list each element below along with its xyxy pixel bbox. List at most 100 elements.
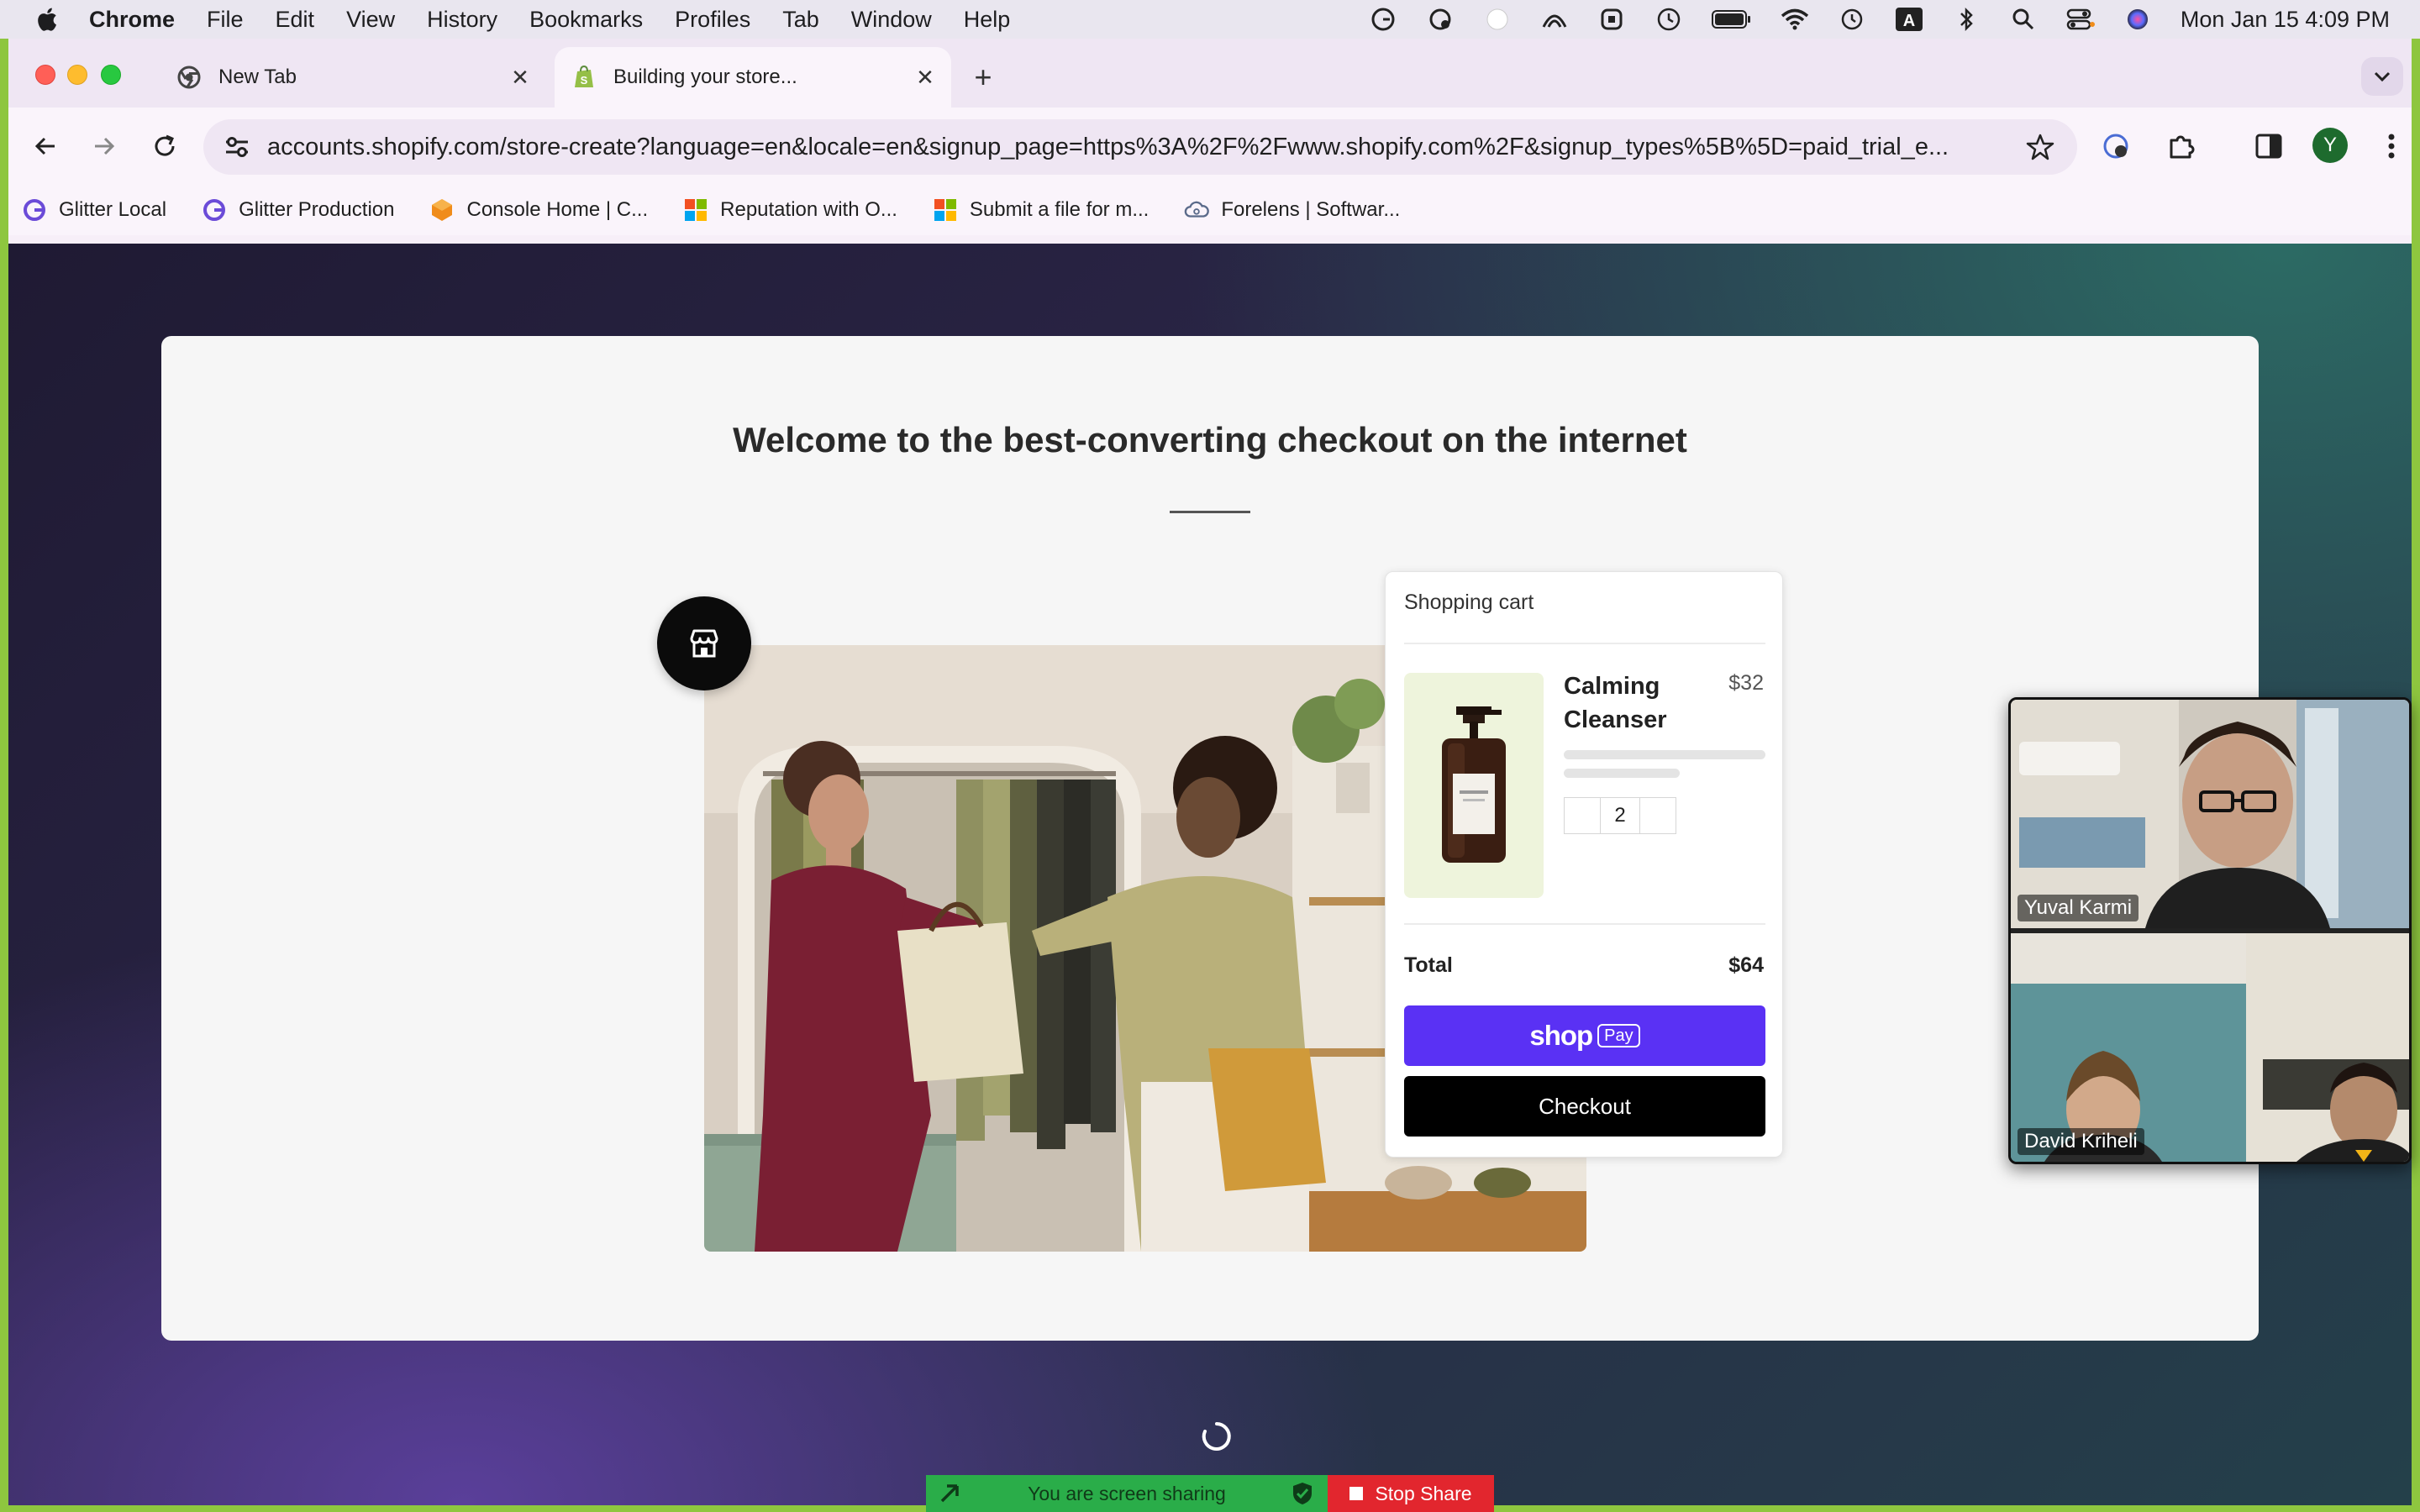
quantity-value[interactable]: 2 (1600, 798, 1640, 833)
new-tab-button[interactable]: + (966, 60, 1000, 94)
store-badge (657, 596, 751, 690)
stop-share-label: Stop Share (1375, 1482, 1472, 1504)
quantity-increase-button[interactable] (1640, 798, 1676, 833)
tab-search-button[interactable] (2361, 57, 2403, 96)
stop-share-button[interactable]: Stop Share (1328, 1475, 1494, 1512)
menu-history[interactable]: History (427, 7, 497, 33)
participant-name: Yuval Karmi (2018, 895, 2139, 921)
tab-strip: New Tab ✕ S Building your store... ✕ + (8, 39, 2412, 108)
input-source-icon[interactable]: A (1895, 7, 1923, 32)
shop-pay-logo: shop (1529, 1020, 1593, 1051)
window-minimize-button[interactable] (67, 65, 87, 85)
cart-title: Shopping cart (1404, 591, 1534, 614)
wifi-icon[interactable] (1781, 7, 1809, 32)
extensions-puzzle-icon[interactable] (2161, 126, 2202, 166)
reload-icon (155, 134, 175, 156)
stop-square-icon[interactable] (1597, 7, 1626, 32)
tab-close-icon[interactable]: ✕ (911, 63, 939, 92)
product-name: Calming Cleanser (1564, 673, 1667, 733)
privacy-extension-icon[interactable] (2096, 126, 2136, 166)
bookmark-label: Console Home | C... (466, 198, 649, 221)
arrow-left-icon (34, 137, 55, 155)
product-price: $32 (1728, 671, 1764, 695)
loading-spinner-icon (1200, 1420, 1234, 1453)
bookmark-reputation[interactable]: Reputation with O... (683, 197, 897, 223)
cart-divider (1404, 643, 1765, 644)
bookmark-label: Glitter Local (59, 198, 167, 221)
arc-icon[interactable] (1540, 7, 1569, 32)
bookmark-forelens[interactable]: Forelens | Softwar... (1184, 197, 1400, 223)
quantity-decrease-button[interactable] (1565, 798, 1600, 833)
menu-bookmarks[interactable]: Bookmarks (529, 7, 643, 33)
bluetooth-icon[interactable] (1952, 7, 1981, 32)
bookmark-label: Submit a file for m... (969, 198, 1150, 221)
checkout-button[interactable]: Checkout (1404, 1076, 1765, 1137)
site-settings-icon[interactable] (220, 130, 254, 164)
participant-tile[interactable]: David Kriheli (2011, 933, 2409, 1162)
profile-avatar[interactable]: Y (2312, 128, 2348, 163)
siri-icon[interactable] (2123, 7, 2152, 32)
chrome-icon (176, 65, 202, 90)
window-zoom-button[interactable] (101, 65, 121, 85)
bookmarks-bar: Glitter Local Glitter Production Console… (8, 185, 2412, 235)
bookmark-console-home[interactable]: Console Home | C... (429, 197, 648, 223)
record-icon[interactable] (1483, 7, 1512, 32)
url-text[interactable]: accounts.shopify.com/store-create?langua… (267, 134, 2010, 161)
menu-app-chrome[interactable]: Chrome (89, 7, 175, 33)
privacy-icon[interactable] (1426, 7, 1455, 32)
address-bar[interactable]: accounts.shopify.com/store-create?langua… (203, 119, 2077, 175)
bookmark-label: Glitter Production (239, 198, 395, 221)
browser-toolbar: accounts.shopify.com/store-create?langua… (8, 108, 2412, 185)
shop-pay-badge: Pay (1597, 1024, 1640, 1047)
grammarly-icon[interactable] (1369, 7, 1397, 32)
forward-button[interactable] (84, 126, 124, 166)
menu-file[interactable]: File (207, 7, 244, 33)
bookmark-label: Forelens | Softwar... (1221, 198, 1401, 221)
glitter-icon (202, 197, 227, 223)
total-label: Total (1404, 953, 1453, 977)
screen-sharing-indicator[interactable]: You are screen sharing (926, 1475, 1328, 1512)
time-machine-icon[interactable] (1838, 7, 1866, 32)
video-call-window[interactable]: Yuval Karmi David Kriheli (2008, 697, 2412, 1164)
tab-new-tab[interactable]: New Tab ✕ (160, 47, 546, 108)
menu-view[interactable]: View (346, 7, 395, 33)
menu-profiles[interactable]: Profiles (675, 7, 750, 33)
window-close-button[interactable] (35, 65, 55, 85)
screen-share-bar: You are screen sharing Stop Share (926, 1475, 1494, 1512)
back-button[interactable] (25, 126, 66, 166)
menubar-status-area: A Mon Jan 15 4:09 PM (1369, 0, 2420, 39)
more-menu-icon[interactable] (2371, 126, 2412, 166)
menu-edit[interactable]: Edit (276, 7, 315, 33)
total-value: $64 (1728, 953, 1764, 977)
reload-button[interactable] (145, 126, 185, 166)
bookmark-submit-file[interactable]: Submit a file for m... (933, 197, 1149, 223)
battery-icon[interactable] (1711, 7, 1752, 32)
microsoft-icon (683, 197, 708, 223)
bookmark-glitter-local[interactable]: Glitter Local (22, 197, 166, 223)
side-panel-icon[interactable] (2249, 126, 2289, 166)
menubar-clock[interactable]: Mon Jan 15 4:09 PM (2181, 7, 2390, 33)
svg-text:S: S (581, 74, 588, 87)
menu-window[interactable]: Window (851, 7, 932, 33)
placeholder-bar (1564, 769, 1680, 778)
screen-sharing-text: You are screen sharing (1028, 1482, 1226, 1504)
bookmark-star-icon[interactable] (2022, 129, 2059, 165)
shield-check-icon (1287, 1478, 1318, 1509)
quantity-stepper[interactable]: 2 (1564, 797, 1676, 834)
onboarding-card: Welcome to the best-converting checkout … (161, 336, 2259, 1341)
menu-help[interactable]: Help (964, 7, 1011, 33)
menu-tab[interactable]: Tab (782, 7, 819, 33)
svg-text:A: A (1903, 12, 1915, 30)
tab-close-icon[interactable]: ✕ (506, 63, 534, 92)
bookmark-glitter-production[interactable]: Glitter Production (202, 197, 394, 223)
shop-pay-button[interactable]: shop Pay (1404, 1005, 1765, 1066)
timer-icon[interactable] (1655, 7, 1683, 32)
spotlight-search-icon[interactable] (2009, 7, 2038, 32)
control-center-icon[interactable] (2066, 7, 2095, 32)
headline-divider (1170, 511, 1250, 513)
tab-building-store[interactable]: S Building your store... ✕ (555, 47, 951, 108)
participant-tile[interactable]: Yuval Karmi (2011, 700, 2409, 928)
apple-menu-icon[interactable] (34, 6, 59, 33)
storefront-icon (690, 629, 718, 658)
macos-menu-bar: Chrome File Edit View History Bookmarks … (0, 0, 2420, 39)
